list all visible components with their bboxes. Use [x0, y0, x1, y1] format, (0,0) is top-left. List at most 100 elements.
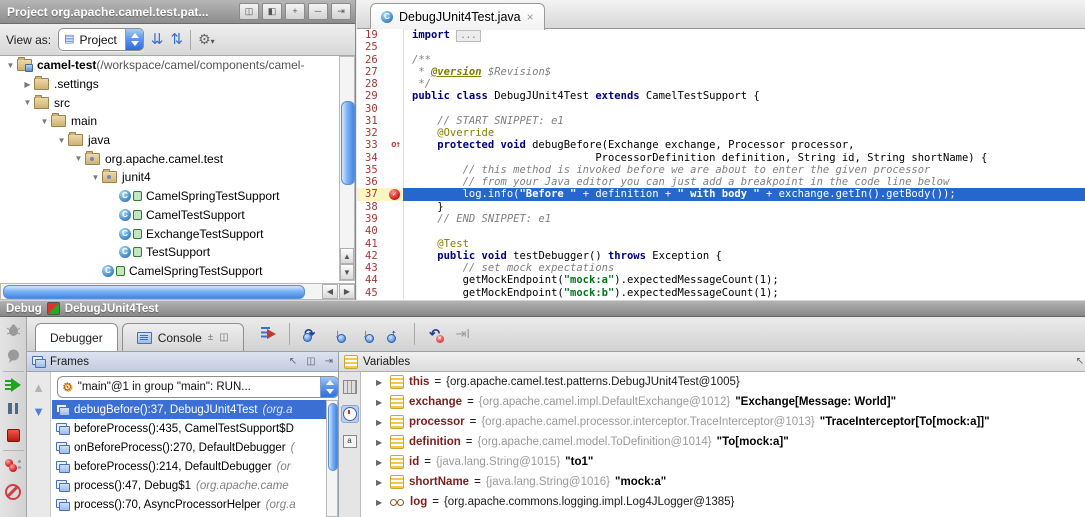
restore-layout-icon[interactable]: ↖ — [289, 356, 297, 367]
pause-icon[interactable] — [4, 400, 22, 418]
variable-row[interactable]: ▶log = {org.apache.commons.logging.impl.… — [362, 492, 1085, 512]
frame-row[interactable]: process():47, Debug$1 (org.apache.came — [52, 476, 339, 495]
restore-variables-icon[interactable]: ↖ — [1076, 356, 1084, 367]
expander-icon[interactable]: ▶ — [21, 80, 34, 89]
tree-row-junit4[interactable]: ▼junit4 — [0, 168, 340, 187]
scroll-to-end-icon[interactable]: ± — [208, 332, 214, 343]
step-over-icon[interactable]: ↷ — [299, 323, 321, 345]
scroll-right-icon[interactable]: ▶ — [339, 284, 355, 299]
frames-scroll-thumb[interactable] — [328, 403, 338, 471]
expand-arrow-icon[interactable]: ▶ — [376, 478, 385, 487]
variable-row[interactable]: ▶exchange = {org.apache.camel.impl.Defau… — [362, 392, 1085, 412]
gutter-44[interactable]: 44 — [357, 274, 403, 286]
expander-icon[interactable]: ▼ — [38, 117, 51, 126]
float-console-icon[interactable]: ◫ — [219, 332, 228, 343]
tree-row-java[interactable]: ▼java — [0, 131, 340, 150]
scroll-left-icon[interactable]: ◀ — [322, 284, 338, 299]
force-step-into-icon[interactable]: ↓i — [355, 323, 377, 345]
tree-row-ExchangeTestSupport[interactable]: CExchangeTestSupport — [0, 224, 340, 243]
variable-row[interactable]: ▶id = {java.lang.String@1015}"to1" — [362, 452, 1085, 472]
tree-row-src[interactable]: ▼src — [0, 93, 340, 112]
balloon-icon[interactable] — [4, 347, 22, 365]
frame-row[interactable]: beforeProcess():435, CamelTestSupport$D — [52, 419, 339, 438]
variable-row[interactable]: ▶definition = {org.apache.camel.model.To… — [362, 432, 1085, 452]
gutter-33[interactable]: 33o↑ — [357, 139, 403, 151]
mute-breakpoints-icon[interactable] — [4, 483, 22, 501]
settings-icon[interactable]: ⚙▾ — [198, 31, 215, 48]
collapse-all-icon[interactable]: ⇅ — [170, 32, 183, 47]
variable-row[interactable]: ▶processor = {org.apache.camel.processor… — [362, 412, 1085, 432]
gutter-39[interactable]: 39 — [357, 213, 403, 225]
gutter-38[interactable]: 38 — [357, 201, 403, 213]
view-breakpoints-icon[interactable] — [4, 457, 22, 475]
project-vscroll-thumb[interactable] — [341, 101, 355, 185]
expand-arrow-icon[interactable]: ▶ — [376, 378, 385, 387]
minimize-icon[interactable]: ─ — [308, 3, 328, 20]
tab-debugger[interactable]: Debugger — [35, 323, 118, 351]
frame-row[interactable]: beforeProcess():214, DefaultDebugger (or — [52, 457, 339, 476]
gutter-42[interactable]: 42 — [357, 250, 403, 262]
tree-row-main[interactable]: ▼main — [0, 112, 340, 131]
breakpoint-icon[interactable]: ✓ — [389, 188, 400, 200]
expand-arrow-icon[interactable]: ▶ — [376, 418, 385, 427]
expander-icon[interactable]: ▼ — [21, 98, 34, 107]
scroll-from-source-icon[interactable]: ◧ — [262, 3, 282, 20]
gutter-19[interactable]: 19 — [357, 29, 403, 41]
tab-console[interactable]: Console ± ◫ — [122, 323, 244, 351]
expand-arrow-icon[interactable]: ▶ — [376, 438, 385, 447]
project-vscrollbar[interactable]: ▲ ▼ — [339, 56, 355, 281]
gutter-27[interactable]: 27 — [357, 66, 403, 78]
gutter-45[interactable]: 45 — [357, 287, 403, 299]
tree-row-CamelSpringTestSupport[interactable]: CCamelSpringTestSupport — [0, 262, 340, 281]
expander-icon[interactable]: ▼ — [72, 154, 85, 163]
gutter-37[interactable]: 37✓ — [357, 188, 403, 200]
pop-frame-icon[interactable]: ↶× — [424, 323, 446, 345]
frames-vscrollbar[interactable] — [326, 400, 338, 517]
watch-icon[interactable] — [341, 405, 359, 423]
step-into-icon[interactable]: ↓ — [327, 323, 349, 345]
thread-stepper[interactable] — [320, 376, 338, 398]
scroll-down-icon[interactable]: ▼ — [340, 264, 354, 280]
expand-arrow-icon[interactable]: ▶ — [376, 458, 385, 467]
gutter-35[interactable]: 35 — [357, 164, 403, 176]
calculator-icon[interactable] — [341, 378, 359, 396]
code-area[interactable]: 19import ...2526/**27 * @version $Revisi… — [357, 29, 1085, 300]
close-icon[interactable]: × — [527, 10, 534, 24]
view-as-select[interactable]: ▤ Project — [58, 28, 144, 51]
run-to-cursor-icon[interactable]: ⇥I — [452, 323, 474, 345]
gutter-40[interactable]: 40 — [357, 225, 403, 237]
gutter-26[interactable]: 26 — [357, 54, 403, 66]
show-execution-point-icon[interactable] — [258, 323, 280, 345]
expand-all-icon[interactable]: ⇊ — [151, 32, 164, 47]
pin-icon[interactable]: + — [285, 3, 305, 20]
resume-icon[interactable] — [5, 378, 21, 392]
expander-icon[interactable]: ▼ — [55, 136, 68, 145]
rerun-icon[interactable] — [4, 321, 22, 339]
next-frame-icon[interactable]: ▼ — [32, 404, 45, 419]
frame-row[interactable]: process():70, AsyncProcessorHelper (org.… — [52, 495, 339, 514]
frame-row[interactable]: debugBefore():37, DebugJUnit4Test (org.a — [52, 400, 339, 419]
scroll-up-icon[interactable]: ▲ — [340, 248, 354, 264]
project-hscroll-thumb[interactable] — [3, 285, 305, 299]
gutter-28[interactable]: 28 — [357, 78, 403, 90]
select-stepper[interactable] — [125, 29, 143, 50]
thread-selector[interactable]: ⚙ "main"@1 in group "main": RUN... — [57, 376, 339, 398]
editor-tab[interactable]: C DebugJUnit4Test.java × — [370, 3, 545, 30]
sort-icon[interactable]: a — [341, 432, 359, 450]
gutter-34[interactable]: 34 — [357, 152, 403, 164]
expand-arrow-icon[interactable]: ▶ — [376, 398, 385, 407]
expander-icon[interactable]: ▼ — [89, 173, 102, 182]
stop-icon[interactable] — [4, 426, 22, 444]
hide-icon[interactable]: ⇥ — [331, 3, 351, 20]
gutter-25[interactable]: 25 — [357, 41, 403, 53]
tree-row-.settings[interactable]: ▶.settings — [0, 75, 340, 94]
float-frames-icon[interactable]: ◫ — [306, 356, 315, 367]
hide-frames-icon[interactable]: ⇥ — [325, 356, 333, 367]
gutter-30[interactable]: 30 — [357, 103, 403, 115]
gutter-29[interactable]: 29 — [357, 90, 403, 102]
expand-arrow-icon[interactable]: ▶ — [376, 498, 385, 507]
gutter-31[interactable]: 31 — [357, 115, 403, 127]
float-icon[interactable]: ◫ — [239, 3, 259, 20]
tree-row-org.apache.camel.test[interactable]: ▼org.apache.camel.test — [0, 149, 340, 168]
tree-row-CamelSpringTestSupport[interactable]: CCamelSpringTestSupport — [0, 187, 340, 206]
